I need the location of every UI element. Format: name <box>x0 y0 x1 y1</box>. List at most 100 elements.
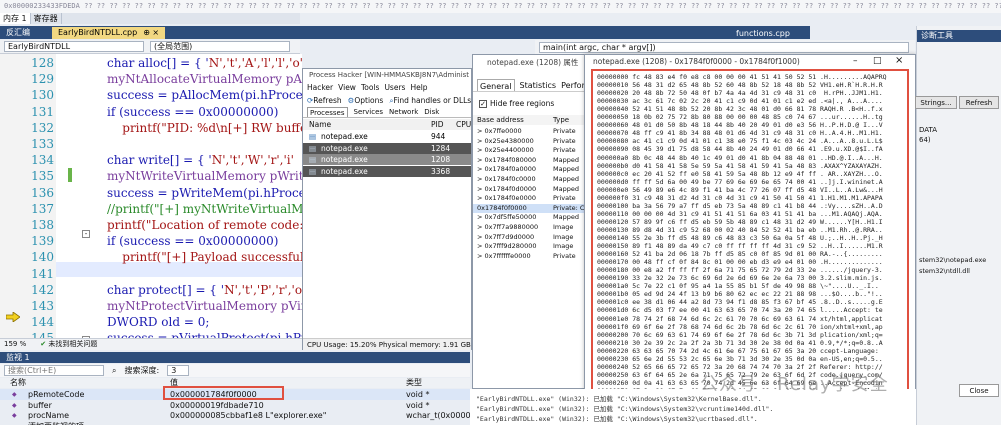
tab-network[interactable]: Network <box>389 107 418 117</box>
info-line: 64) <box>919 136 931 144</box>
toolbar-button[interactable]: ⟳Refresh <box>307 94 342 107</box>
hex-dump-window[interactable]: notepad.exe (1208) - 0x1784f0f0000 - 0x1… <box>584 54 916 401</box>
refresh-button[interactable]: Refresh <box>959 96 999 109</box>
remote-code-highlight-box <box>163 386 284 400</box>
memory-region-row[interactable]: > 0x1784f0d0000 Mapped <box>473 185 587 194</box>
col-type[interactable]: Type <box>553 115 569 125</box>
process-hacker-title: Process Hacker [WIN-HMMASKBJ8N7\Administ <box>303 69 471 82</box>
memory-region-row[interactable]: > 0x25e4400000 Private <box>473 146 587 155</box>
tab-processes[interactable]: Processes <box>307 107 348 117</box>
tab-registers[interactable]: 寄存器 <box>31 13 62 24</box>
memory-region-row[interactable]: > 0x1784f0c0000 Mapped <box>473 175 587 184</box>
menu-item[interactable]: Hacker <box>307 82 333 93</box>
watch-row[interactable]: ◆ procName 0x000000085cbbaf1e8 L"explorer.… <box>0 410 494 421</box>
hex-line: 00000220 63 63 65 70 74 2d 4c 61 6e 67 7… <box>597 346 883 355</box>
watch-row[interactable]: 添加要监视的项 <box>0 421 470 425</box>
toolbar-label: Refresh <box>313 96 342 105</box>
col-type[interactable]: 类型 <box>406 378 422 388</box>
close-icon[interactable]: × <box>895 55 903 66</box>
function-combo[interactable]: main(int argc, char * argv[]) <box>539 41 909 53</box>
col-name[interactable]: 名称 <box>10 378 26 388</box>
process-name: notepad.exe <box>321 143 368 153</box>
search-depth-select[interactable]: 3 <box>167 365 190 376</box>
line-number: 143 <box>31 299 54 313</box>
watch-name: procName <box>28 411 70 420</box>
doc-tab-functions[interactable]: functions.cpp <box>730 28 796 39</box>
col-base-address[interactable]: Base address <box>477 115 524 125</box>
process-row[interactable]: ▤ notepad.exe 944 <box>303 131 471 142</box>
region-address: > 0x1784f0a0000 <box>477 165 536 174</box>
line-number: 134 <box>31 153 54 168</box>
region-address: > 0x1784f080000 <box>477 155 537 164</box>
col-cpu[interactable]: CPU <box>456 119 471 130</box>
tab-memory-1[interactable]: 内存 1 <box>0 13 31 24</box>
memory-region-row[interactable]: > 0x7ff7d9d0000 Image <box>473 233 587 242</box>
watch-row[interactable]: ◆ buffer 0x00000019fdbade710 void * <box>0 400 470 411</box>
hex-line: 00000230 65 6e 2d 55 53 2c 65 6e 3b 71 3… <box>597 354 883 363</box>
hex-line: 00000030 ac 3c 61 7c 02 2c 20 41 c1 c9 0… <box>597 97 883 106</box>
process-hacker-window[interactable]: Process Hacker [WIN-HMMASKBJ8N7\Administ… <box>302 68 472 350</box>
code-line: myNtAllocateVirtualMemory pAllocMem <box>107 72 302 88</box>
memory-region-row[interactable]: > 0x25e4380000 Private <box>473 137 587 146</box>
watch-search-input[interactable]: 搜索(Ctrl+E) <box>4 365 104 376</box>
hex-line: 00000060 48 01 d0 50 8b 48 18 44 8b 40 2… <box>597 121 883 130</box>
memory-region-row[interactable]: > 0x7df5ffe50000 Mapped <box>473 213 587 222</box>
process-row[interactable]: ▤ notepad.exe 1284 <box>303 142 471 154</box>
memory-region-row[interactable]: > 0x7fff9d280000 Image <box>473 242 587 251</box>
search-icon[interactable]: ⌕ <box>112 366 116 376</box>
disassembly-label[interactable]: 反汇编 <box>0 27 36 38</box>
menu-item[interactable]: Tools <box>361 82 379 93</box>
region-address: > 0x1784f0c0000 <box>477 175 536 183</box>
code-line: char protect[] = { 'N','t','P','r','o' <box>107 283 302 299</box>
tab-disk[interactable]: Disk <box>424 107 439 117</box>
tab-statistics[interactable]: Statistics <box>520 79 557 91</box>
memory-region-row[interactable]: > 0x7ffffffe0000 Private <box>473 252 587 261</box>
close-icon[interactable]: ⊕ × <box>143 27 159 39</box>
col-name[interactable]: Name <box>309 119 331 130</box>
hex-line: 000001a0 5c 7e 22 c1 0f 95 a4 1a 55 85 b… <box>597 282 879 291</box>
menu-item[interactable]: Users <box>384 82 405 93</box>
memory-region-row[interactable]: > 0x1784f080000 Mapped <box>473 156 587 165</box>
zoom-level[interactable]: 159 % <box>4 339 26 350</box>
memory-region-row[interactable]: > 0x1784f0e0000 Private <box>473 194 587 203</box>
menu-item[interactable]: Help <box>410 82 427 93</box>
code-editor[interactable]: - - 128129130131132133134135136137138139… <box>0 54 302 338</box>
tab-general[interactable]: General <box>477 79 515 91</box>
notepad-icon: ▤ <box>309 132 317 141</box>
minimize-icon[interactable]: – <box>853 56 858 66</box>
hex-line: 00000050 18 0b 02 75 72 8b 80 88 00 00 0… <box>597 113 883 122</box>
project-combo[interactable]: EarlyBirdNTDLL <box>4 41 144 52</box>
strings-button[interactable]: Strings... <box>915 96 957 109</box>
hide-free-regions[interactable]: ✓ Hide free regions <box>479 99 554 108</box>
region-type: Private <box>553 136 576 145</box>
menu-item[interactable]: View <box>338 82 356 93</box>
line-number: 140 <box>31 250 54 265</box>
memory-region-row[interactable]: 0x1784f0f0000 Private: Co <box>473 203 588 213</box>
region-address: > 0x1784f0d0000 <box>477 184 537 193</box>
close-button[interactable]: Close <box>959 384 999 397</box>
maximize-icon[interactable]: □ <box>873 56 882 66</box>
process-row[interactable]: ▤ notepad.exe 3368 <box>303 165 471 177</box>
memory-region-row[interactable]: > 0x1784f0a0000 Mapped <box>473 165 587 174</box>
region-type: Image <box>553 242 574 251</box>
scope-combo[interactable]: (全局范围) <box>150 41 290 52</box>
toolbar-button[interactable]: ⚙Options <box>348 94 384 107</box>
code-token: //printf("[+] myNtWriteVirtualMemo <box>107 201 302 216</box>
memory-region-row[interactable]: > 0x7ff7a9880000 Image <box>473 223 587 232</box>
region-address: > 0x7ff7d9d0000 <box>477 232 535 241</box>
doc-tab-cpp[interactable]: EarlyBirdNTDLL.cpp ⊕ × <box>52 26 166 39</box>
process-name: notepad.exe <box>321 166 368 176</box>
code-line: success = pAllocMem(pi.hProcess, & <box>107 88 302 104</box>
process-row[interactable]: ▤ notepad.exe 1208 <box>303 154 471 165</box>
tab-services[interactable]: Services <box>354 107 384 117</box>
hex-line: 00000150 89 f1 48 89 da 49 c7 c0 ff ff f… <box>597 242 883 251</box>
memory-properties-window[interactable]: notepad.exe (1208) 属性 General Statistics P… <box>472 54 612 389</box>
fold-toggle-icon[interactable]: - <box>82 230 90 238</box>
line-number: 141 <box>31 266 54 281</box>
memory-region-row[interactable]: > 0x7ffe0000 Private <box>473 127 587 136</box>
checkbox-checked-icon[interactable]: ✓ <box>479 99 487 108</box>
toolbar-button[interactable]: ⌕Find handles or DLLs <box>389 94 471 107</box>
col-pid[interactable]: PID <box>431 119 444 130</box>
code-line: char write[] = { 'N','t','W','r','i' <box>107 153 294 169</box>
hex-line: 00000160 52 41 ba 2d 06 18 7b ff d5 85 c… <box>597 250 883 259</box>
